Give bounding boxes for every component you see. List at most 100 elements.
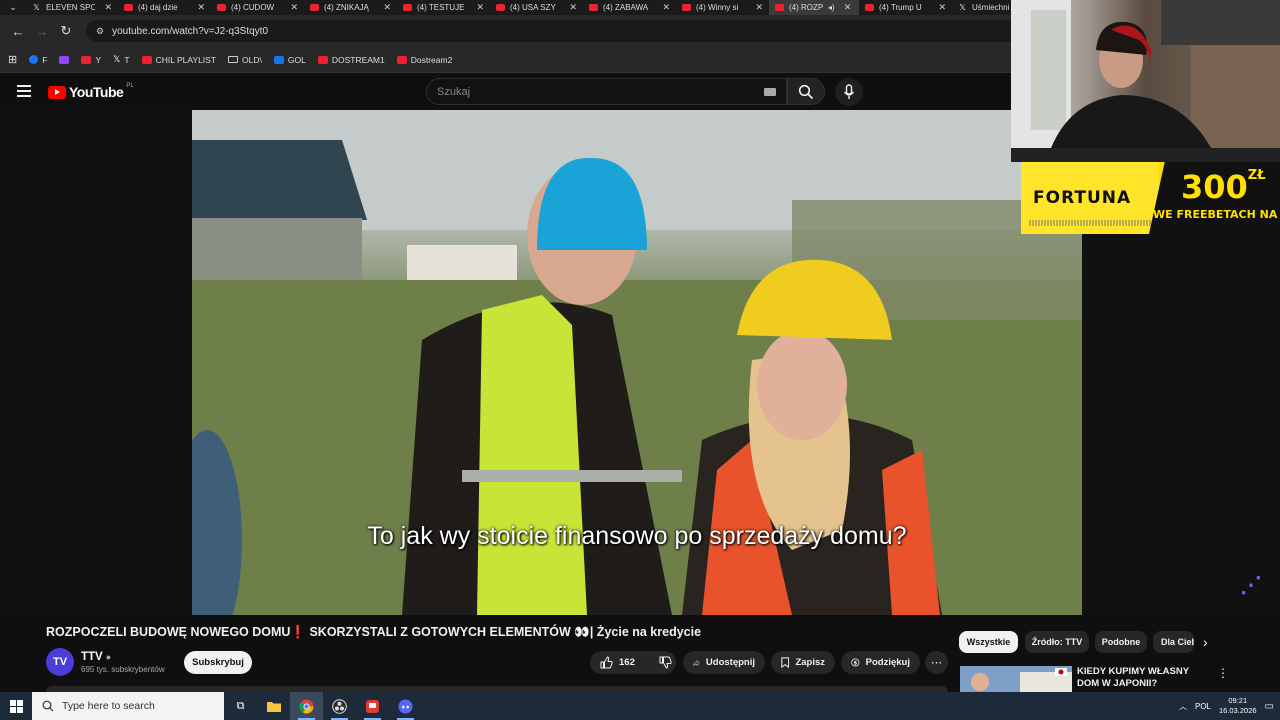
bookmark[interactable]: F [29,55,47,65]
browser-tab[interactable]: (4) TESTUJE ✕ [397,0,490,15]
browser-tab-active[interactable]: (4) ROZP ◂) ✕ [769,0,859,15]
youtube-icon [496,4,505,11]
close-icon[interactable]: ✕ [569,2,577,13]
red-app-icon [366,699,379,713]
recommended-title[interactable]: KIEDY KUPIMY WŁASNY DOM W JAPONII? [1077,666,1207,690]
search-input[interactable]: Szukaj [426,78,787,105]
like-button[interactable]: 162 [600,656,635,669]
channel-info[interactable]: TV TTV ● 695 tys. subskrybentów [46,648,165,676]
youtube-logo[interactable]: YouTube PL [48,83,134,100]
file-explorer-button[interactable] [257,692,290,720]
verified-icon: ● [105,651,112,662]
subscribe-button[interactable]: Subskrybuj [184,651,252,674]
youtube-icon [317,55,328,64]
youtube-icon [403,4,412,11]
close-icon[interactable]: ✕ [197,2,205,13]
chrome-taskbar-button[interactable] [290,692,323,720]
save-button[interactable]: Zapisz [771,651,835,674]
close-icon[interactable]: ✕ [662,2,670,13]
bookmark[interactable]: 𝕏T [113,54,129,65]
chip-all[interactable]: Wszystkie [959,631,1018,653]
start-button[interactable] [0,692,32,720]
notification-icon[interactable]: ▭ [1265,701,1274,712]
recommended-thumbnail[interactable] [960,666,1072,692]
recommended-more-icon[interactable]: ⋮ [1217,666,1229,680]
video-subtitle: To jak wy stoicie finansowo po sprzedaży… [367,522,907,550]
taskbar-search-input[interactable]: Type here to search [32,692,224,720]
url-input[interactable]: ⚙ youtube.com/watch?v=J2-q3Stqyt0 [86,20,1046,42]
obs-taskbar-button[interactable] [323,692,356,720]
reload-button[interactable]: ↻ [54,19,78,43]
browser-tab[interactable]: (4) Winny si ✕ [676,0,769,15]
windows-logo-icon [9,699,23,713]
speaker-icon[interactable]: ◂) [828,3,835,12]
apps-grid-icon[interactable]: ⊞ [8,53,17,66]
forward-button[interactable]: → [30,19,54,43]
youtube-icon [141,55,152,64]
youtube-icon [310,4,319,11]
subscriber-count: 695 tys. subskrybentów [81,664,165,674]
browser-tab[interactable]: (4) ZNIKAJĄ ✕ [304,0,397,15]
back-button[interactable]: ← [6,19,30,43]
close-icon[interactable]: ✕ [755,2,763,13]
discord-taskbar-button[interactable] [389,692,422,720]
bookmark[interactable]: GOL [273,55,306,65]
youtube-icon [682,4,691,11]
youtube-icon [81,55,92,64]
browser-tab[interactable]: 𝕏 ELEVEN SPO ✕ [26,0,118,15]
channel-avatar[interactable]: TV [46,648,74,676]
close-icon[interactable]: ✕ [383,2,391,13]
bookmark[interactable]: CHIL PLAYLIST [141,55,216,65]
chevron-up-icon[interactable]: ︿ [1179,701,1187,712]
close-icon[interactable]: ✕ [844,2,852,13]
close-icon[interactable]: ✕ [104,2,112,13]
webcam-scene [1011,0,1280,148]
channel-watermark-icon[interactable]: ⋰ [1240,572,1262,598]
microphone-icon [843,84,855,99]
site-info-icon[interactable]: ⚙ [96,26,104,37]
youtube-icon [217,4,226,11]
menu-icon[interactable] [17,85,31,97]
language-indicator[interactable]: POL [1195,702,1211,711]
close-icon[interactable]: ✕ [290,2,298,13]
share-button[interactable]: Udostępnij [683,651,765,674]
youtube-icon [775,4,784,11]
app-taskbar-button[interactable] [356,692,389,720]
bookmark-folder[interactable]: OLD\ [228,55,262,65]
bookmark[interactable]: Dostream2 [396,55,452,65]
channel-text: TTV ● 695 tys. subskrybentów [81,651,165,674]
folder-icon [228,56,239,63]
thanks-button[interactable]: $ Podziękuj [841,651,920,674]
bookmark[interactable]: DOSTREAM1 [317,55,385,65]
keyboard-icon[interactable] [764,88,776,96]
browser-tab[interactable]: (4) USA SZY ✕ [490,0,583,15]
youtube-icon [124,4,133,11]
chip-similar[interactable]: Podobne [1095,631,1147,653]
chip-for-you[interactable]: Dla Ciebie [1153,631,1194,653]
tab-search-button[interactable]: ⌄ [0,0,26,15]
chevron-right-icon[interactable]: › [1203,634,1208,650]
browser-tab[interactable]: (4) ZABAWA ✕ [583,0,676,15]
task-view-button[interactable]: ⧉ [224,692,257,720]
ad-tagline: WE FREEBETACH NA START [1153,208,1280,221]
bookmark[interactable] [59,55,70,64]
more-actions-icon[interactable]: ⋯ [925,651,948,674]
thumbs-up-icon [600,656,613,669]
browser-tab[interactable]: (4) daj dzie ✕ [118,0,211,15]
clock[interactable]: 09:21 16.03.2026 [1219,696,1257,716]
voice-search-button[interactable] [835,78,863,106]
search-icon [798,84,814,99]
channel-name[interactable]: TTV ● [81,651,165,663]
search-icon [42,700,54,712]
thumbs-down-icon [659,656,672,669]
chip-source[interactable]: Źródło: TTV [1025,631,1089,653]
ad-amount: 300ZŁ [1181,168,1266,206]
close-icon[interactable]: ✕ [476,2,484,13]
dislike-button[interactable] [659,656,672,669]
browser-tab[interactable]: (4) Trump U ✕ [859,0,952,15]
search-button[interactable] [787,78,825,105]
close-icon[interactable]: ✕ [938,2,946,13]
browser-tab[interactable]: (4) CUDOW ✕ [211,0,304,15]
bookmark[interactable]: Y [81,55,101,65]
obs-icon [332,698,347,714]
